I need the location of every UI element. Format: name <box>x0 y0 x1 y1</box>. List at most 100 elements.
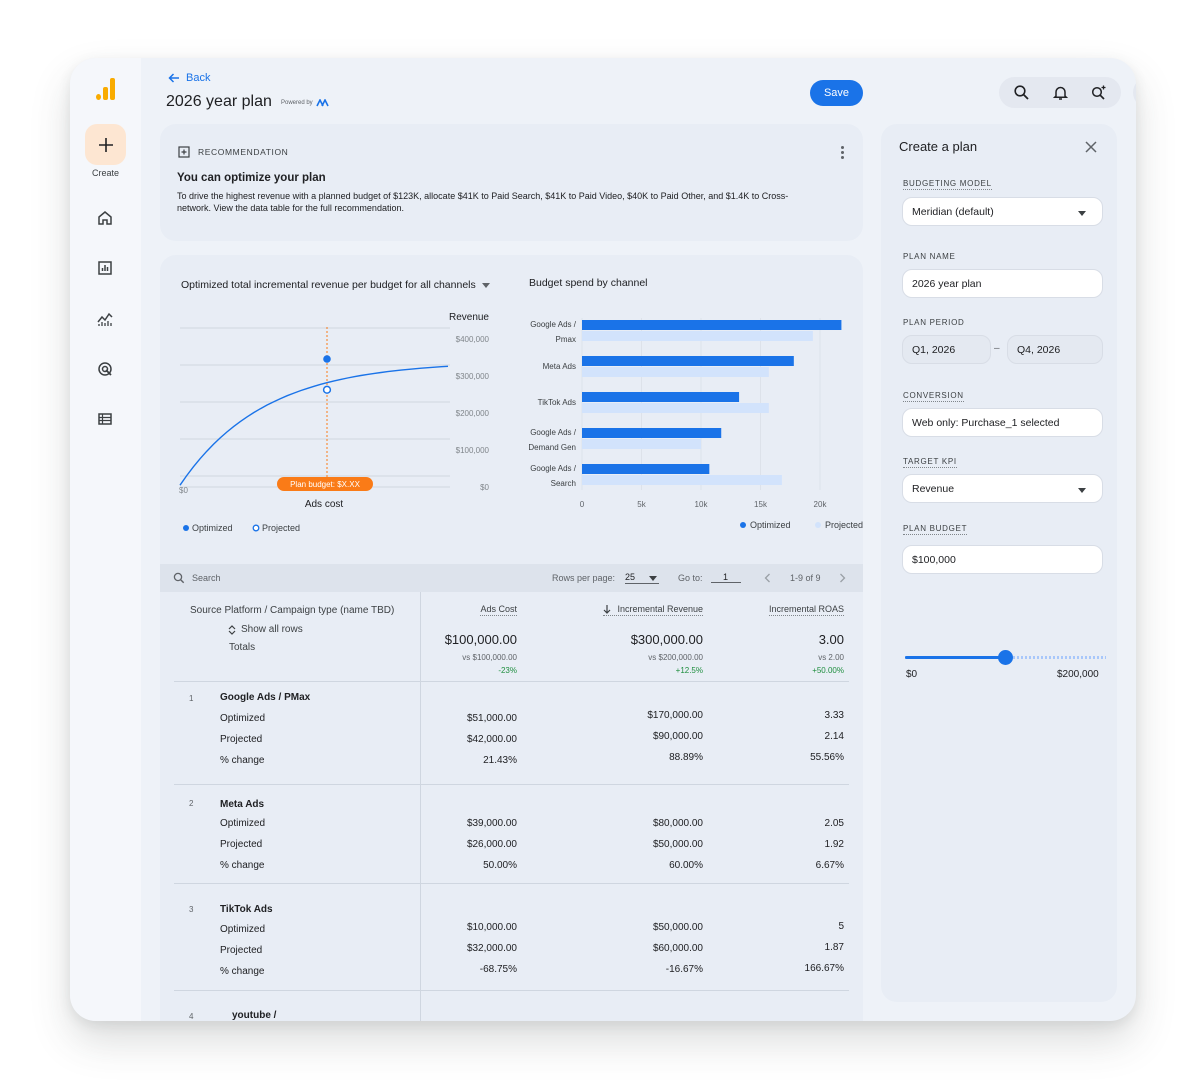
period-start-select[interactable]: Q1, 2026 <box>902 335 991 364</box>
nav-rail: Create <box>70 58 141 1021</box>
roas-change: 6.67% <box>815 860 844 871</box>
roas-projected: 1.92 <box>824 839 844 850</box>
row-name: TikTok Ads <box>220 904 273 915</box>
category-label: Google Ads / <box>530 320 577 329</box>
table-search-input[interactable]: Search <box>192 573 221 583</box>
account-menu[interactable] <box>1133 77 1136 108</box>
target-kpi-value: Revenue <box>912 483 955 495</box>
bar-optimized[interactable] <box>582 392 740 402</box>
x-tick-label: 5k <box>637 500 646 509</box>
bar-projected[interactable] <box>582 403 769 413</box>
list-icon[interactable] <box>96 410 114 428</box>
page-title: 2026 year plan <box>166 93 272 110</box>
search-icon <box>173 572 185 584</box>
incremental-revenue-header[interactable]: Incremental Revenue <box>603 604 703 616</box>
chevron-right-icon[interactable] <box>839 573 846 583</box>
period-end-select[interactable]: Q4, 2026 <box>1007 335 1103 364</box>
budgeting-model-select[interactable]: Meridian (default) <box>902 197 1103 226</box>
create-button[interactable] <box>85 124 126 165</box>
more-options-icon[interactable] <box>841 146 845 160</box>
totals-label: Totals <box>229 642 256 653</box>
arrow-left-icon <box>168 73 179 83</box>
row-sub-label: Projected <box>220 734 263 745</box>
goto-input[interactable]: 1 <box>711 572 741 583</box>
row-index: 1 <box>189 694 194 703</box>
budget-slider-fill <box>905 656 1006 659</box>
total-roas: 3.00 <box>818 632 844 647</box>
show-all-rows-label: Show all rows <box>241 624 303 635</box>
roas-change: 55.56% <box>810 752 844 763</box>
row-index: 2 <box>189 799 194 808</box>
search-insights-icon[interactable] <box>1090 84 1107 101</box>
recommendation-body: To drive the highest revenue with a plan… <box>177 191 789 213</box>
column-divider <box>420 592 421 1021</box>
bar-projected[interactable] <box>582 475 782 485</box>
ads-cost-header[interactable]: Ads Cost <box>480 604 517 616</box>
revenue-optimized: $170,000.00 <box>647 710 703 721</box>
home-icon[interactable] <box>96 209 114 227</box>
rows-per-page-select[interactable]: 25 <box>625 572 659 584</box>
reports-icon[interactable] <box>96 259 114 277</box>
legend-projected-swatch <box>252 524 260 532</box>
search-icon[interactable] <box>1013 84 1030 101</box>
bar-projected[interactable] <box>582 331 813 341</box>
cost-change: 21.43% <box>483 755 517 766</box>
results-card: Optimized total incremental revenue per … <box>160 255 863 1021</box>
bar-optimized[interactable] <box>582 356 794 366</box>
y-tick-label: $300,000 <box>456 372 490 381</box>
target-kpi-label: TARGET KPI <box>903 457 957 468</box>
roas-projected: 2.14 <box>824 731 844 742</box>
bar-projected[interactable] <box>582 367 769 377</box>
toolbar-icons <box>999 77 1121 108</box>
total-revenue-delta: +12.5% <box>675 666 703 675</box>
bar-projected[interactable] <box>582 439 701 449</box>
total-cost: $100,000.00 <box>444 632 517 647</box>
x-tick-label: 10k <box>695 500 709 509</box>
bar-optimized[interactable] <box>582 320 842 330</box>
category-label: Pmax <box>556 335 576 344</box>
plan-period-label: PLAN PERIOD <box>903 318 965 327</box>
optimized-point[interactable] <box>323 355 331 363</box>
advertising-icon[interactable] <box>96 360 114 378</box>
row-index: 4 <box>189 1012 194 1021</box>
row-sub-label: Optimized <box>220 924 266 935</box>
row-sub-label: % change <box>220 966 265 977</box>
pagination-range: 1-9 of 9 <box>790 573 821 583</box>
bar-optimized[interactable] <box>582 464 710 474</box>
back-link[interactable]: Back <box>168 72 210 84</box>
legend-optimized: Optimized <box>192 523 233 533</box>
revenue-chart-selector[interactable]: Optimized total incremental revenue per … <box>181 279 490 291</box>
row-name: youtube / <box>232 1010 277 1021</box>
row-divider <box>174 681 849 682</box>
plan-name-label: PLAN NAME <box>903 252 956 261</box>
category-label: Google Ads / <box>530 428 577 437</box>
y-tick-label: $200,000 <box>456 409 490 418</box>
save-button[interactable]: Save <box>810 80 863 106</box>
slider-max-label: $200,000 <box>1057 669 1099 680</box>
close-icon[interactable] <box>1084 140 1098 154</box>
chevron-left-icon[interactable] <box>764 573 771 583</box>
row-name: Google Ads / PMax <box>220 692 311 703</box>
legend-optimized-swatch <box>740 522 746 528</box>
powered-by-label: Powered by <box>281 100 313 106</box>
bell-icon[interactable] <box>1052 84 1069 101</box>
category-label: Search <box>551 479 576 488</box>
category-label: Meta Ads <box>543 362 576 371</box>
app-window: Create Back 2026 year plan Powered by Sa… <box>70 58 1136 1021</box>
target-kpi-select[interactable]: Revenue <box>902 474 1103 503</box>
bar-optimized[interactable] <box>582 428 722 438</box>
budget-slider-thumb[interactable] <box>998 650 1013 665</box>
analytics-logo-icon <box>96 78 116 100</box>
show-all-rows-toggle[interactable]: Show all rows <box>228 624 303 635</box>
conversion-select[interactable]: Web only: Purchase_1 selected <box>902 408 1103 437</box>
powered-by: Powered by <box>281 99 329 107</box>
projected-point[interactable] <box>322 385 332 394</box>
explore-icon[interactable] <box>96 310 114 328</box>
plus-icon <box>98 137 113 152</box>
x-tick-label: 20k <box>814 500 828 509</box>
cost-change: 50.00% <box>483 860 517 871</box>
plan-budget-input[interactable]: $100,000 <box>902 545 1103 574</box>
plan-name-input[interactable]: 2026 year plan <box>902 269 1103 298</box>
incremental-roas-header[interactable]: Incremental ROAS <box>768 604 844 616</box>
y-tick-label: $100,000 <box>456 446 490 455</box>
